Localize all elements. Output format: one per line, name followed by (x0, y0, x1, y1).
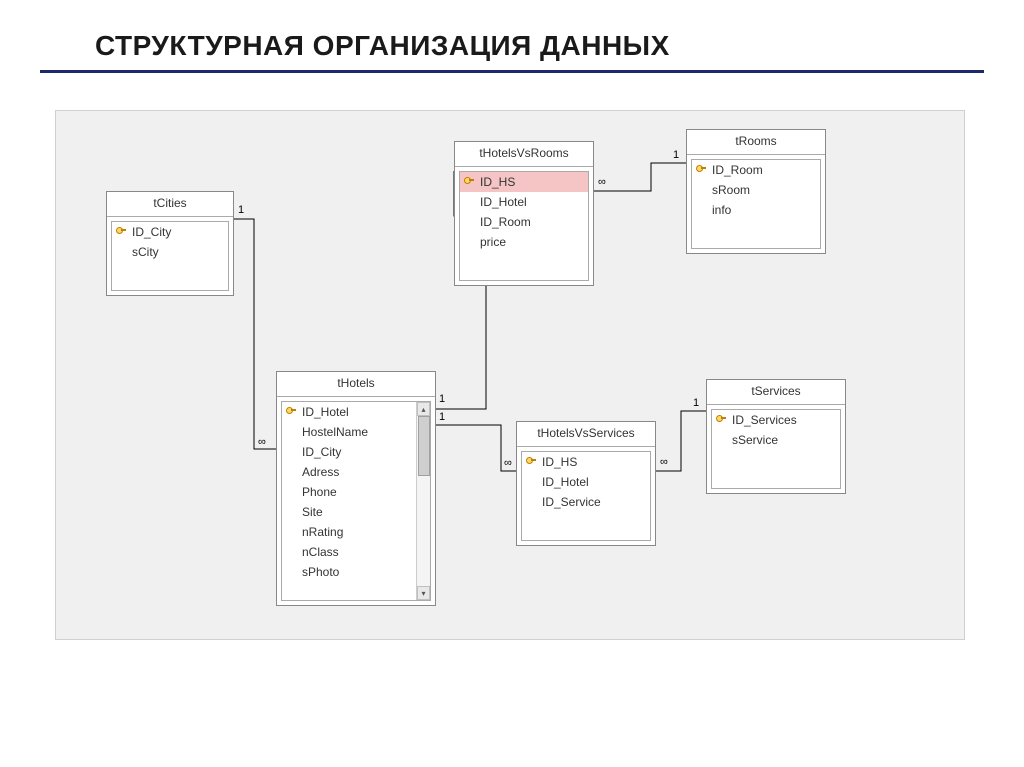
key-icon (116, 226, 126, 236)
key-icon (286, 406, 296, 416)
key-icon (526, 456, 536, 466)
table-row[interactable]: ID_City (112, 222, 228, 242)
table-thotels[interactable]: tHotels ID_Hotel HostelName ID_City Adre… (276, 371, 436, 606)
table-row[interactable]: sRoom (692, 180, 820, 200)
table-title: tHotelsVsServices (517, 422, 655, 447)
table-title: tCities (107, 192, 233, 217)
scroll-down-button[interactable]: ▾ (417, 586, 430, 600)
field-name: sRoom (712, 183, 750, 197)
table-trooms[interactable]: tRooms ID_Room sRoom info (686, 129, 826, 254)
field-name: nClass (302, 545, 339, 559)
field-name: Site (302, 505, 323, 519)
table-row[interactable]: info (692, 200, 820, 220)
table-row[interactable]: Site (282, 502, 430, 522)
field-name: price (480, 235, 506, 249)
scrollbar[interactable]: ▴ ▾ (416, 402, 430, 600)
table-row[interactable]: ID_HS (460, 172, 588, 192)
table-row[interactable]: sCity (112, 242, 228, 262)
table-thotelsvsrooms[interactable]: tHotelsVsRooms ID_HS ID_Hotel ID_Room pr… (454, 141, 594, 286)
field-name: ID_Room (712, 163, 763, 177)
table-row[interactable]: ID_Room (692, 160, 820, 180)
table-fields: ID_HS ID_Hotel ID_Service (521, 451, 651, 541)
page-title: СТРУКТУРНАЯ ОРГАНИЗАЦИЯ ДАННЫХ (0, 0, 1024, 70)
table-row[interactable]: ID_City (282, 442, 430, 462)
title-underline (40, 70, 984, 73)
field-name: sService (732, 433, 778, 447)
table-row[interactable]: Adress (282, 462, 430, 482)
table-row[interactable]: ID_Hotel (522, 472, 650, 492)
table-fields: ID_Room sRoom info (691, 159, 821, 249)
table-fields: ID_City sCity (111, 221, 229, 291)
field-name: ID_HS (480, 175, 515, 189)
cardinality-one: 1 (693, 397, 699, 409)
field-name: ID_Hotel (480, 195, 527, 209)
table-row[interactable]: nClass (282, 542, 430, 562)
field-name: ID_Service (542, 495, 601, 509)
diagram-canvas: 1 ∞ 1 ∞ ∞ 1 1 ∞ ∞ 1 tCities ID_City sCit… (55, 110, 965, 640)
table-row[interactable]: sService (712, 430, 840, 450)
table-tservices[interactable]: tServices ID_Services sService (706, 379, 846, 494)
table-title: tHotels (277, 372, 435, 397)
table-title: tRooms (687, 130, 825, 155)
table-fields: ID_Hotel HostelName ID_City Adress Phone… (281, 401, 431, 601)
field-name: Adress (302, 465, 339, 479)
key-icon (716, 414, 726, 424)
cardinality-one: 1 (439, 393, 445, 405)
field-name: sPhoto (302, 565, 339, 579)
cardinality-many: ∞ (598, 176, 606, 188)
field-name: ID_City (132, 225, 171, 239)
table-row[interactable]: sPhoto (282, 562, 430, 582)
table-row[interactable]: ID_Services (712, 410, 840, 430)
field-name: HostelName (302, 425, 368, 439)
cardinality-many: ∞ (660, 456, 668, 468)
scroll-thumb[interactable] (418, 416, 430, 476)
field-name: nRating (302, 525, 343, 539)
field-name: sCity (132, 245, 159, 259)
cardinality-one: 1 (238, 204, 244, 216)
table-row[interactable]: Phone (282, 482, 430, 502)
key-icon (696, 164, 706, 174)
field-name: ID_Room (480, 215, 531, 229)
table-row[interactable]: HostelName (282, 422, 430, 442)
field-name: ID_Hotel (542, 475, 589, 489)
cardinality-one: 1 (439, 411, 445, 423)
key-icon (464, 176, 474, 186)
table-row[interactable]: ID_Service (522, 492, 650, 512)
field-name: ID_Hotel (302, 405, 349, 419)
table-row[interactable]: price (460, 232, 588, 252)
table-row[interactable]: ID_HS (522, 452, 650, 472)
table-thotelsvsservices[interactable]: tHotelsVsServices ID_HS ID_Hotel ID_Serv… (516, 421, 656, 546)
table-row[interactable]: ID_Hotel (460, 192, 588, 212)
table-row[interactable]: ID_Room (460, 212, 588, 232)
scroll-up-button[interactable]: ▴ (417, 402, 430, 416)
field-name: Phone (302, 485, 337, 499)
cardinality-one: 1 (673, 149, 679, 161)
table-tcities[interactable]: tCities ID_City sCity (106, 191, 234, 296)
table-title: tServices (707, 380, 845, 405)
table-title: tHotelsVsRooms (455, 142, 593, 167)
field-name: ID_City (302, 445, 341, 459)
field-name: ID_Services (732, 413, 797, 427)
field-name: info (712, 203, 731, 217)
table-row[interactable]: nRating (282, 522, 430, 542)
table-fields: ID_Services sService (711, 409, 841, 489)
table-fields: ID_HS ID_Hotel ID_Room price (459, 171, 589, 281)
table-row[interactable]: ID_Hotel (282, 402, 430, 422)
cardinality-many: ∞ (258, 436, 266, 448)
cardinality-many: ∞ (504, 457, 512, 469)
field-name: ID_HS (542, 455, 577, 469)
